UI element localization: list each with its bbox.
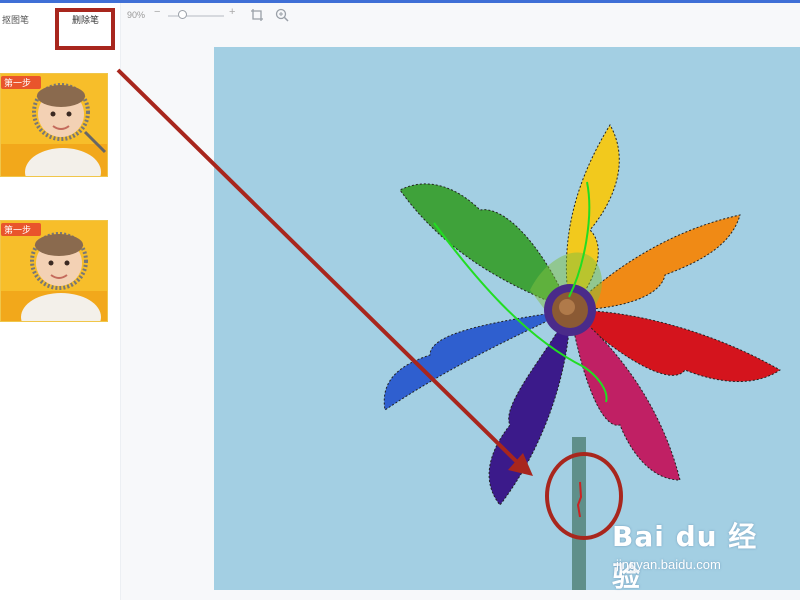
left-panel: 抠图笔 删除笔 第一步 第一步 [0, 3, 121, 600]
crop-icon[interactable] [250, 8, 264, 22]
annotation-highlight-box [55, 8, 115, 50]
step-card[interactable]: 第一步 [0, 220, 108, 322]
image-canvas[interactable] [214, 47, 800, 590]
zoom-level: 90% [127, 10, 146, 20]
step-thumbnail: 第一步 [1, 74, 107, 176]
step-badge: 第一步 [4, 224, 31, 236]
zoom-in-button[interactable]: + [229, 6, 235, 18]
step-thumbnail: 第一步 [1, 221, 107, 321]
pinwheel-image [383, 124, 781, 590]
zoom-slider[interactable] [168, 15, 224, 17]
zoom-fit-icon[interactable] [275, 8, 289, 22]
zoom-out-button[interactable]: − [154, 6, 160, 18]
step-card[interactable]: 第一步 [0, 73, 108, 177]
step-badge: 第一步 [4, 77, 31, 89]
tab-matting-pen[interactable]: 抠图笔 [2, 13, 29, 26]
zoom-slider-handle[interactable] [178, 10, 187, 19]
